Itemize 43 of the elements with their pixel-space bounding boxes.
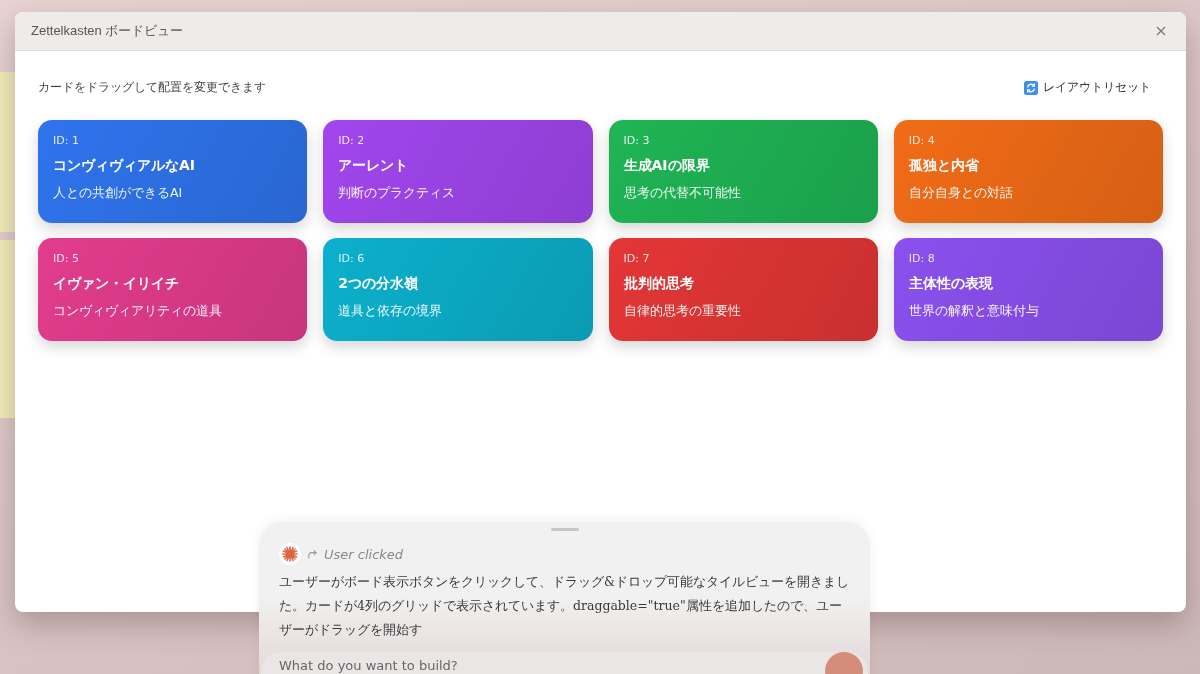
reply-arrow-icon: [307, 548, 318, 560]
card-title: コンヴィヴィアルなAI: [53, 157, 197, 175]
close-icon[interactable]: [1156, 26, 1166, 36]
note-card[interactable]: ID: 5 イヴァン・イリイチ コンヴィヴィアリティの道具: [38, 238, 308, 341]
card-subtitle: 思考の代替不可能性: [623, 185, 742, 202]
note-card[interactable]: ID: 4 孤独と内省 自分自身との対話: [893, 120, 1163, 223]
chat-input-field[interactable]: What do you want to build?: [261, 652, 868, 674]
card-id: ID: 4: [908, 134, 936, 147]
card-title: 批判的思考: [623, 275, 695, 293]
note-card[interactable]: ID: 8 主体性の表現 世界の解釈と意味付与: [893, 238, 1163, 341]
note-card[interactable]: ID: 2 アーレント 判断のプラクティス: [323, 120, 593, 223]
card-title: 主体性の表現: [908, 275, 994, 293]
refresh-icon: [1024, 80, 1038, 95]
card-subtitle: 自律的思考の重要性: [623, 303, 742, 320]
card-subtitle: コンヴィヴィアリティの道具: [53, 303, 223, 320]
hint-text: カードをドラッグして配置を変更できます: [38, 79, 266, 96]
note-card[interactable]: ID: 6 2つの分水嶺 道具と依存の境界: [323, 238, 593, 341]
card-subtitle: 判断のプラクティス: [338, 185, 457, 202]
card-id: ID: 2: [338, 134, 366, 147]
card-title: 生成AIの限界: [623, 157, 711, 175]
card-subtitle: 人との共創ができるAI: [53, 185, 184, 202]
note-card[interactable]: ID: 1 コンヴィヴィアルなAI 人との共創ができるAI: [38, 120, 308, 223]
card-id: ID: 7: [623, 252, 651, 265]
card-title: 孤独と内省: [908, 157, 980, 175]
card-title: アーレント: [338, 157, 410, 175]
reset-layout-button[interactable]: レイアウトリセット: [1020, 75, 1163, 100]
card-title: 2つの分水嶺: [338, 275, 419, 293]
card-id: ID: 3: [623, 134, 651, 147]
message-text: ユーザーがボード表示ボタンをクリックして、ドラッグ&ドロップ可能なタイルビューを開きました。カードが4列のグリッドで表示されています。draggable="true"属性を追加したので、ユーザーがドラッグを開始す: [279, 573, 850, 639]
card-subtitle: 世界の解釈と意味付与: [908, 303, 1040, 320]
event-label: User clicked: [324, 546, 404, 562]
card-id: ID: 1: [53, 134, 80, 147]
card-id: ID: 8: [908, 252, 936, 265]
window-title: Zettelkasten ボードビュー: [31, 22, 184, 40]
drag-handle[interactable]: [550, 528, 579, 531]
card-subtitle: 自分自身との対話: [908, 185, 1014, 202]
note-card[interactable]: ID: 7 批判的思考 自律的思考の重要性: [608, 238, 878, 341]
note-card[interactable]: ID: 3 生成AIの限界 思考の代替不可能性: [608, 120, 878, 223]
asterisk-logo-icon: [279, 543, 301, 565]
card-subtitle: 道具と依存の境界: [338, 303, 444, 320]
card-id: ID: 6: [338, 252, 366, 265]
card-id: ID: 5: [53, 252, 80, 265]
card-title: イヴァン・イリイチ: [53, 275, 180, 293]
